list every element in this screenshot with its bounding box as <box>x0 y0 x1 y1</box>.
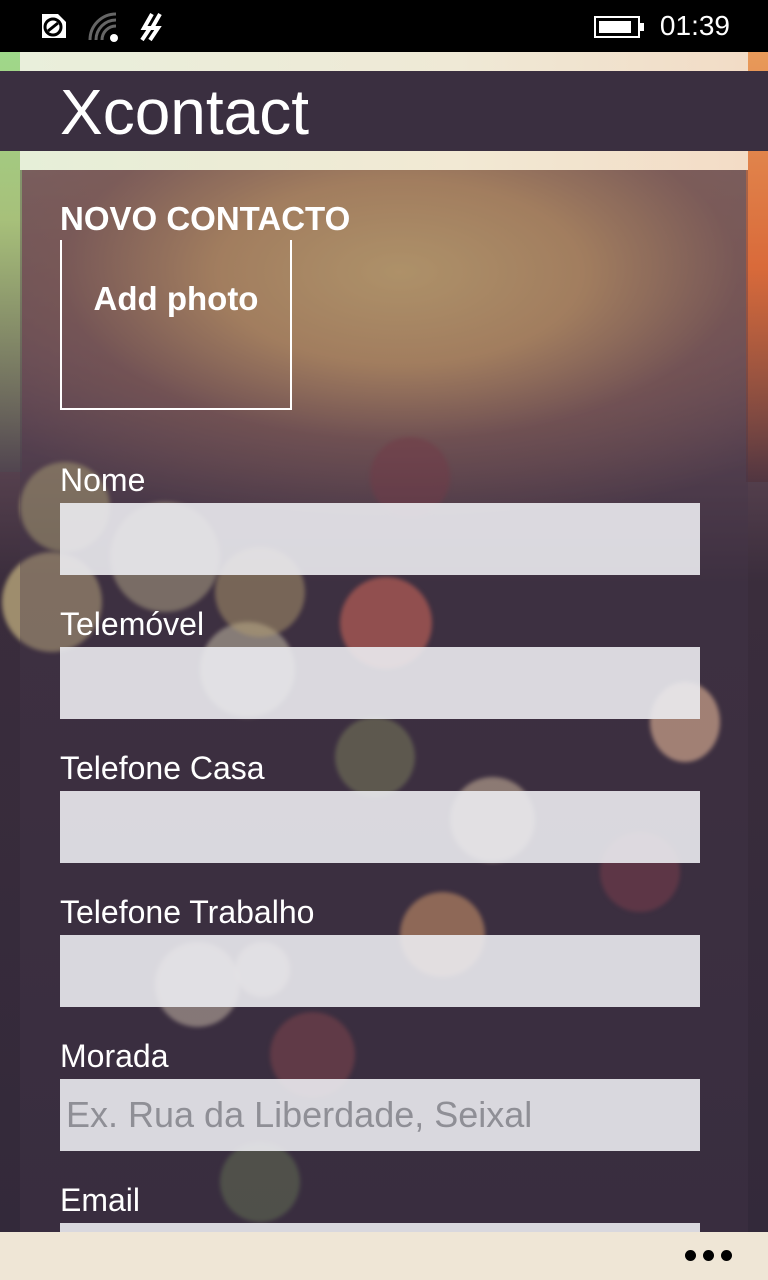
app-title: Xcontact <box>60 76 310 148</box>
dot <box>685 1250 696 1261</box>
add-photo-label: Add photo <box>93 280 259 317</box>
battery-icon <box>594 16 644 38</box>
wifi-icon <box>86 10 122 48</box>
telefone-trabalho-label: Telefone Trabalho <box>60 894 315 930</box>
title-stripe-top <box>20 52 748 71</box>
morada-input[interactable] <box>60 1079 700 1151</box>
app-bar <box>0 1232 768 1280</box>
telemovel-label: Telemóvel <box>60 606 205 642</box>
dot <box>703 1250 714 1261</box>
telefone-trabalho-input[interactable] <box>60 935 700 1007</box>
nome-label: Nome <box>60 462 146 498</box>
email-label: Email <box>60 1182 141 1218</box>
nome-input[interactable] <box>60 503 700 575</box>
status-bar: 01:39 <box>0 0 768 52</box>
dot <box>721 1250 732 1261</box>
morada-label: Morada <box>60 1038 169 1074</box>
add-photo-button[interactable]: Add photo <box>60 240 292 410</box>
data-connection-icon <box>134 10 166 48</box>
telemovel-input[interactable] <box>60 647 700 719</box>
page-title: NOVO CONTACTO <box>60 200 351 237</box>
email-input[interactable] <box>60 1223 700 1232</box>
telefone-casa-input[interactable] <box>60 791 700 863</box>
title-stripe-bottom <box>20 151 748 170</box>
telefone-casa-label: Telefone Casa <box>60 750 265 786</box>
clock: 01:39 <box>659 10 730 41</box>
sync-icon <box>36 10 70 46</box>
more-dots-icon[interactable] <box>685 1250 732 1261</box>
